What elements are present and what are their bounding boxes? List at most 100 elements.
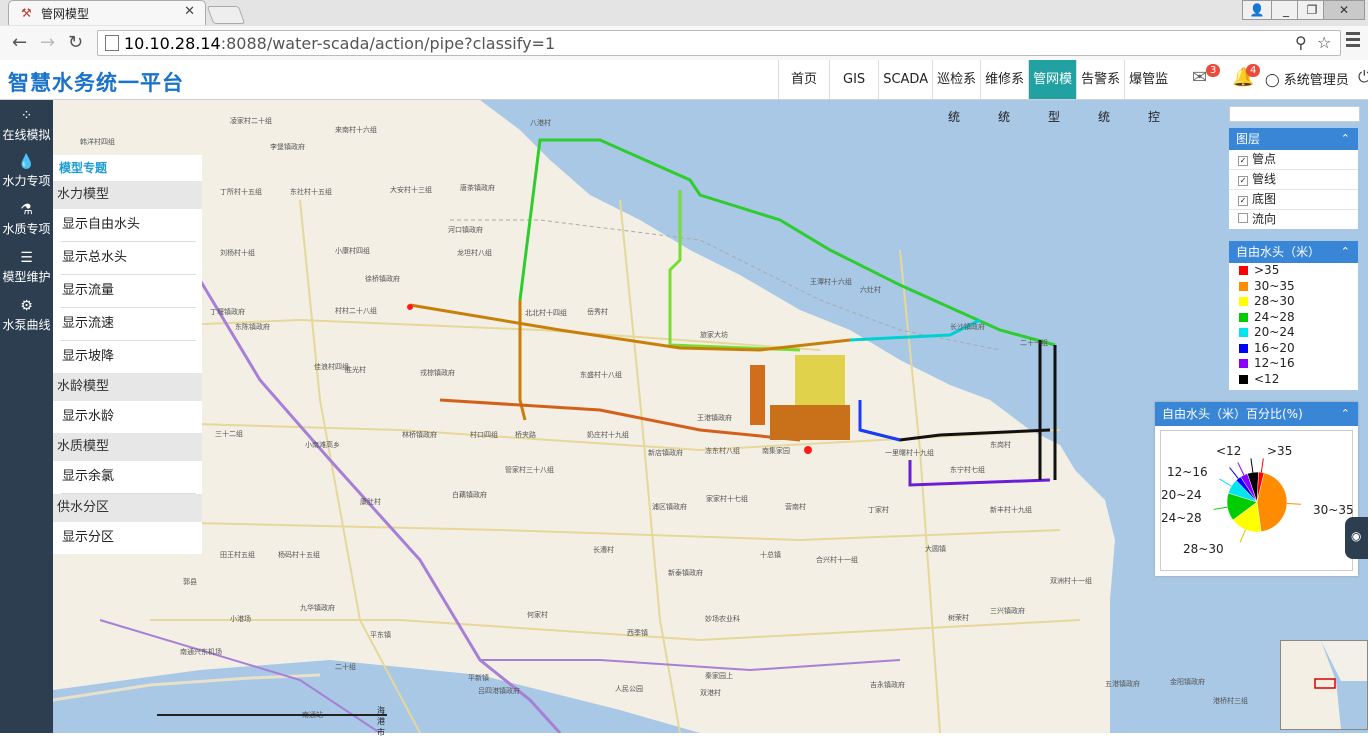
browser-menu-icon[interactable] <box>1346 32 1360 50</box>
left-toolbar: ⁘ 在线模拟 💧 水力专项 ⚗ 水质专项 ☰ 模型维护 ⚙ 水泵曲线 <box>0 100 53 733</box>
map-label: 岳秀村 <box>587 308 608 316</box>
app-header: 智慧水务统一平台 首页 GIS SCADA 巡检系 维修系 管网模 告警系 爆管… <box>0 60 1368 100</box>
panel-title: 模型专题 <box>59 161 108 175</box>
map-label: 唐茶镇政府 <box>460 184 495 192</box>
nav-repair[interactable]: 维修系 <box>980 60 1028 99</box>
link-total-head[interactable]: 显示总水头 <box>61 242 196 275</box>
checkbox-checked-icon[interactable]: ✓ <box>1238 176 1248 186</box>
page-icon <box>105 35 119 51</box>
back-icon[interactable]: ← <box>12 32 27 53</box>
pump-icon: ⚙ <box>20 298 33 314</box>
overview-minimap[interactable] <box>1280 640 1368 730</box>
legend-header[interactable]: 自由水头（米） ⌃ <box>1229 241 1358 263</box>
link-velocity[interactable]: 显示流速 <box>61 308 196 341</box>
map-label: 金阳镇政府 <box>1170 678 1205 686</box>
map-menu-item[interactable]: 统 <box>948 108 960 125</box>
nav-inspection[interactable]: 巡检系 <box>932 60 980 99</box>
side-collapse-tab[interactable]: ◉ <box>1345 517 1368 559</box>
map-menu-item[interactable]: 型 <box>1048 108 1060 125</box>
map-menu-item[interactable]: 控 <box>1148 108 1160 125</box>
bookmark-star-icon[interactable]: ☆ <box>1317 33 1331 52</box>
layer-pipes[interactable]: ✓ 管线 <box>1229 170 1358 190</box>
nav-home[interactable]: 首页 <box>778 60 829 99</box>
map-menu-item[interactable]: 统 <box>998 108 1010 125</box>
toolbar-hydraulic[interactable]: 💧 水力专项 <box>0 154 53 189</box>
map-label: 平新镇 <box>468 674 489 682</box>
nav-alarm[interactable]: 告警系 <box>1076 60 1124 99</box>
pie-header[interactable]: 自由水头（米）百分比(%) ⌃ <box>1155 402 1358 426</box>
tab-close-icon[interactable]: ✕ <box>184 4 195 19</box>
layer-flow[interactable]: 流向 <box>1229 210 1358 229</box>
close-window-button[interactable]: ✕ <box>1323 0 1365 20</box>
layer-basemap[interactable]: ✓ 底图 <box>1229 190 1358 210</box>
new-tab-button[interactable] <box>206 6 246 24</box>
panel-group-water-age[interactable]: 水龄模型 <box>53 373 202 401</box>
main-nav: 首页 GIS SCADA 巡检系 维修系 管网模 告警系 爆管监 <box>778 60 1172 99</box>
layer-nodes[interactable]: ✓ 管点 <box>1229 150 1358 170</box>
map-label: 村村二十八组 <box>335 307 377 315</box>
map-label: 平东镇 <box>370 631 391 639</box>
forward-icon[interactable]: → <box>40 32 55 53</box>
legend-label: 24~28 <box>1254 309 1295 324</box>
nav-pipe-model[interactable]: 管网模 <box>1028 60 1077 99</box>
nav-burst-monitor[interactable]: 爆管监 <box>1124 60 1172 99</box>
map-label: 西季镇 <box>627 629 648 637</box>
reload-icon[interactable]: ↻ <box>68 32 83 53</box>
map-label: 东社村十五组 <box>290 188 332 196</box>
map-label: 小康村四组 <box>335 247 370 255</box>
map-label: 奶庄村十九组 <box>587 431 629 439</box>
legend-item: 30~35 <box>1229 279 1358 295</box>
link-gradient[interactable]: 显示坡降 <box>61 341 196 373</box>
map-label: 白藕镇政府 <box>452 491 487 499</box>
map-label: 东陈镇政府 <box>235 323 270 331</box>
nav-scada[interactable]: SCADA <box>878 60 932 99</box>
link-water-age[interactable]: 显示水龄 <box>61 401 196 433</box>
bell-badge: 4 <box>1246 64 1261 77</box>
nav-gis[interactable]: GIS <box>829 60 878 99</box>
pie-chart-area: <12 >35 12~16 20~24 24~28 30~35 28~30 <box>1160 430 1354 571</box>
pie-leader-line <box>1286 502 1301 505</box>
url-field[interactable]: 10.10.28.14:8088/water-scada/action/pipe… <box>97 30 1341 56</box>
toolbar-model-maintenance[interactable]: ☰ 模型维护 <box>0 250 53 285</box>
map-label: 村口四组 <box>470 431 498 439</box>
legend-item: >35 <box>1229 263 1358 279</box>
mail-icon[interactable]: ✉ 3 <box>1192 64 1221 88</box>
panel-group-zones[interactable]: 供水分区 <box>53 494 202 522</box>
map-label: 三兴镇政府 <box>990 607 1025 615</box>
collapse-icon[interactable]: ⌃ <box>1341 241 1350 263</box>
collapse-icon[interactable]: ⌃ <box>1341 128 1350 150</box>
mail-badge: 3 <box>1206 64 1221 77</box>
map-label: 十总镇 <box>760 551 781 559</box>
collapse-icon[interactable]: ⌃ <box>1341 402 1350 426</box>
map-label: 李堡镇政府 <box>270 143 305 151</box>
legend-list: >35 30~35 28~30 24~28 20~24 16~20 12~16 <12 <box>1229 263 1358 387</box>
pie-leader-line <box>1239 529 1246 543</box>
checkbox-empty-icon[interactable] <box>1238 213 1248 223</box>
panel-group-quality[interactable]: 水质模型 <box>53 433 202 461</box>
zoom-icon[interactable]: ⚲ <box>1295 33 1307 52</box>
toolbar-online-sim[interactable]: ⁘ 在线模拟 <box>0 108 53 143</box>
checkbox-checked-icon[interactable]: ✓ <box>1238 196 1248 206</box>
map-menu-item[interactable]: 统 <box>1098 108 1110 125</box>
map-search-input[interactable] <box>1229 106 1360 122</box>
map-label: 徐桥镇政府 <box>365 275 400 283</box>
link-zones[interactable]: 显示分区 <box>61 522 196 554</box>
link-free-head[interactable]: 显示自由水头 <box>61 209 196 242</box>
map-label: 三十二组 <box>215 430 243 438</box>
browser-tab[interactable]: ⚒ 管网模型 ✕ <box>8 0 206 25</box>
map-label: 胜光村 <box>345 366 366 374</box>
link-flow[interactable]: 显示流量 <box>61 275 196 308</box>
link-chlorine[interactable]: 显示余氯 <box>61 461 196 494</box>
profile-button[interactable]: 👤 <box>1242 0 1272 20</box>
map-label: 旅家大坊 <box>700 331 728 339</box>
checkbox-checked-icon[interactable]: ✓ <box>1238 156 1248 166</box>
bell-icon[interactable]: 🔔 4 <box>1232 64 1261 88</box>
map-label: 王潭村十六组 <box>810 278 852 286</box>
panel-group-hydraulic[interactable]: 水力模型 <box>53 181 202 209</box>
layers-header[interactable]: 图层 ⌃ <box>1229 128 1358 150</box>
power-icon[interactable]: ⏻ <box>1358 67 1368 87</box>
user-menu[interactable]: ◯ 系统管理员 <box>1265 69 1349 88</box>
pie-leader-line <box>1260 458 1264 473</box>
toolbar-water-quality[interactable]: ⚗ 水质专项 <box>0 202 53 237</box>
toolbar-pump-curve[interactable]: ⚙ 水泵曲线 <box>0 298 53 333</box>
